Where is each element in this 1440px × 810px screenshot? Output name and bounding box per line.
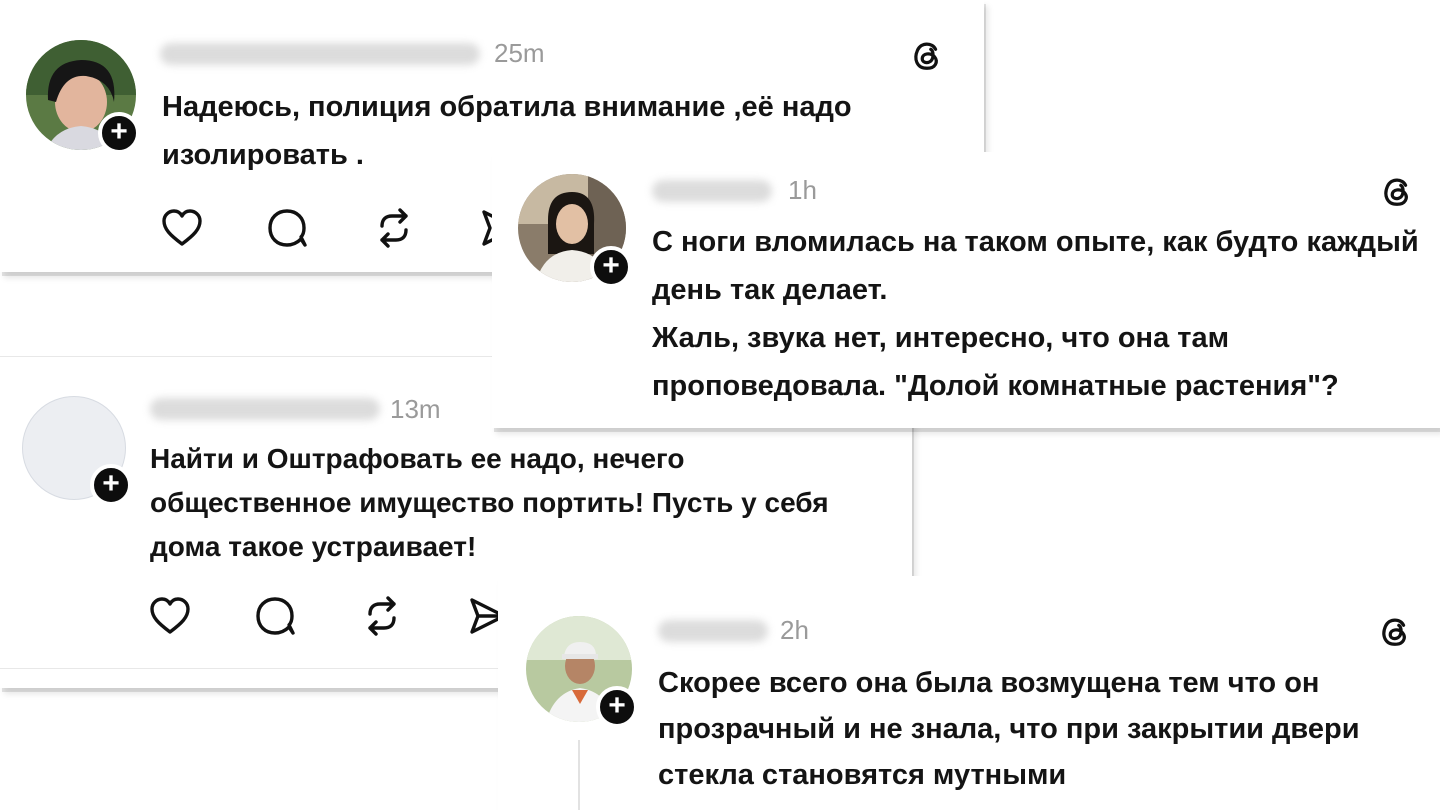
- comment-card-2: + 1h С ноги вломилась на таком опыте, ка…: [492, 152, 1440, 428]
- username-blurred: [658, 620, 768, 642]
- repost-icon[interactable]: [360, 594, 404, 638]
- collage: + 25m Надеюсь, полиция обратила внимание…: [0, 0, 1440, 810]
- timestamp: 13m: [390, 394, 441, 424]
- timestamp: 2h: [780, 615, 809, 645]
- avatar-container[interactable]: +: [518, 174, 632, 288]
- comment-icon[interactable]: [266, 206, 310, 250]
- heart-icon[interactable]: [148, 594, 192, 638]
- timestamp: 25m: [494, 38, 545, 68]
- comment-text: С ноги вломилась на таком опыте, как буд…: [652, 218, 1422, 410]
- comment-paragraph: Скорее всего она была возмущена тем что …: [658, 667, 1360, 791]
- threads-logo-icon[interactable]: [1378, 172, 1416, 210]
- comment-text: Найти и Оштрафовать ее надо, нечего обще…: [150, 437, 850, 569]
- threads-logo-icon[interactable]: [1376, 612, 1414, 650]
- username-blurred: [160, 43, 480, 65]
- avatar-container[interactable]: +: [526, 616, 638, 728]
- username-blurred: [150, 398, 380, 420]
- username-blurred: [652, 180, 772, 202]
- threads-logo-icon[interactable]: [908, 36, 946, 74]
- thread-line: [578, 740, 580, 810]
- follow-plus-button[interactable]: +: [590, 246, 632, 288]
- avatar-container[interactable]: +: [22, 396, 132, 506]
- timestamp: 1h: [788, 175, 817, 205]
- comment-text: Скорее всего она была возмущена тем что …: [658, 660, 1418, 798]
- avatar-container[interactable]: +: [26, 40, 140, 154]
- comment-icon[interactable]: [254, 594, 298, 638]
- comment-card-4: + 2h Скорее всего она была возмущена тем…: [498, 576, 1440, 810]
- follow-plus-button[interactable]: +: [596, 686, 638, 728]
- follow-plus-button[interactable]: +: [98, 112, 140, 154]
- action-bar: [148, 594, 510, 638]
- follow-plus-button[interactable]: +: [90, 464, 132, 506]
- action-bar: [160, 206, 522, 250]
- repost-icon[interactable]: [372, 206, 416, 250]
- comment-paragraph: С ноги вломилась на таком опыте, как буд…: [652, 226, 1419, 306]
- comment-paragraph: Жаль, звука нет, интересно, что она там …: [652, 322, 1339, 402]
- comment-paragraph: Найти и Оштрафовать ее надо, нечего обще…: [150, 443, 829, 562]
- heart-icon[interactable]: [160, 206, 204, 250]
